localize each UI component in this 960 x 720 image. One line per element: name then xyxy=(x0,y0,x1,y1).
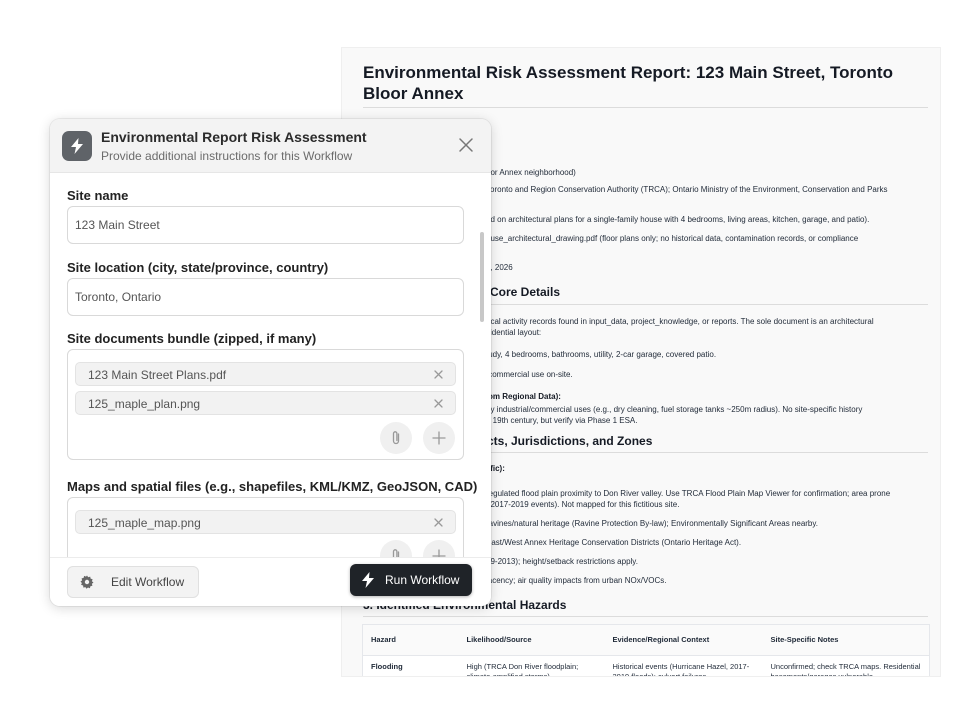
plus-icon xyxy=(432,431,446,445)
file-chip: 125_maple_plan.png xyxy=(75,391,456,415)
remove-file-button[interactable] xyxy=(431,395,445,411)
add-file-button[interactable] xyxy=(423,540,455,557)
maps-label: Maps and spatial files (e.g., shapefiles… xyxy=(67,479,478,494)
close-icon xyxy=(433,369,443,379)
documents-dropzone[interactable]: 123 Main Street Plans.pdf 125_maple_plan… xyxy=(67,349,464,460)
report-line: jacency; air quality impacts from urban … xyxy=(486,576,667,585)
dialog-title: Environmental Report Risk Assessment xyxy=(101,129,367,145)
lightning-icon xyxy=(62,131,92,161)
column-header: Site-Specific Notes xyxy=(762,624,930,657)
paperclip-icon xyxy=(392,549,400,557)
run-workflow-label: Run Workflow xyxy=(385,573,460,587)
close-icon xyxy=(433,398,443,408)
report-line: ouse_architectural_drawing.pdf (floor pl… xyxy=(486,234,859,243)
close-icon xyxy=(459,138,473,152)
title-divider xyxy=(363,107,928,108)
report-line: by industrial/commercial uses (e.g., dry… xyxy=(486,405,863,414)
column-header: Evidence/Regional Context xyxy=(604,624,763,657)
table-cell: Flooding xyxy=(371,662,403,672)
dialog-subtitle: Provide additional instructions for this… xyxy=(101,149,353,163)
report-line: oor Annex neighborhood) xyxy=(486,168,576,177)
close-icon xyxy=(433,517,443,527)
workflow-dialog: Environmental Report Risk Assessment Pro… xyxy=(50,119,491,606)
gear-icon xyxy=(80,575,94,589)
table-cell: Historical events (Hurricane Hazel, 2017… xyxy=(612,662,750,676)
add-file-button[interactable] xyxy=(423,422,455,454)
report-line: tudy, 4 bedrooms, bathrooms, utility, 2-… xyxy=(486,350,717,359)
edit-workflow-label: Edit Workflow xyxy=(111,575,185,589)
report-line: regulated flood plain proximity to Don R… xyxy=(486,489,891,498)
site-location-input[interactable] xyxy=(67,278,464,316)
file-chip: 123 Main Street Plans.pdf xyxy=(75,362,456,386)
section-divider xyxy=(363,616,928,617)
report-line: 59-2013); height/setback restrictions ap… xyxy=(486,557,638,566)
column-header: Likelihood/Source xyxy=(458,624,605,657)
report-line: ravines/natural heritage (Ravine Protect… xyxy=(486,519,819,528)
attach-file-button[interactable] xyxy=(380,540,412,557)
close-button[interactable] xyxy=(454,133,478,157)
remove-file-button[interactable] xyxy=(431,514,445,530)
report-line: sidential layout: xyxy=(486,328,542,337)
report-line: Toronto and Region Conservation Authorit… xyxy=(486,185,888,194)
report-line: e 19th century, but verify via Phase 1 E… xyxy=(486,416,638,425)
file-name: 125_maple_map.png xyxy=(88,516,201,530)
table-row: Flooding High (TRCA Don River floodplain… xyxy=(363,656,930,676)
attach-file-button[interactable] xyxy=(380,422,412,454)
maps-dropzone[interactable]: 125_maple_map.png xyxy=(67,497,464,557)
table-cell: Unconfirmed; check TRCA maps. Residentia… xyxy=(770,662,921,676)
paperclip-icon xyxy=(392,431,400,445)
hazards-table: Hazard Likelihood/Source Evidence/Region… xyxy=(362,624,930,676)
remove-file-button[interactable] xyxy=(431,366,445,382)
file-name: 123 Main Street Plans.pdf xyxy=(88,368,227,382)
table-header-row: Hazard Likelihood/Source Evidence/Region… xyxy=(362,624,930,657)
site-name-input[interactable] xyxy=(67,206,464,244)
section-heading: cts, Jurisdictions, and Zones xyxy=(487,434,653,448)
file-chip: 125_maple_map.png xyxy=(75,510,456,534)
site-location-label: Site location (city, state/province, cou… xyxy=(67,260,329,275)
column-header: Hazard xyxy=(362,624,459,657)
report-title: Environmental Risk Assessment Report: 12… xyxy=(363,63,893,103)
report-line: ed on architectural plans for a single-f… xyxy=(486,215,870,224)
report-line: East/West Annex Heritage Conservation Di… xyxy=(486,538,742,547)
file-name: 125_maple_plan.png xyxy=(88,397,201,411)
site-name-label: Site name xyxy=(67,188,129,203)
table-cell: High (TRCA Don River floodplain; climate… xyxy=(466,662,579,676)
lightning-icon xyxy=(362,572,374,588)
scrollbar[interactable] xyxy=(480,232,484,322)
section-heading: Core Details xyxy=(490,285,561,299)
dialog-header: Environmental Report Risk Assessment Pro… xyxy=(50,119,491,173)
documents-label: Site documents bundle (zipped, if many) xyxy=(67,331,317,346)
report-line: , 2017-2019 events). Not mapped for this… xyxy=(486,500,680,509)
edit-workflow-button[interactable]: Edit Workflow xyxy=(67,566,199,598)
report-subheading: om Regional Data): xyxy=(488,392,561,401)
report-line: rical activity records found in input_da… xyxy=(486,317,874,326)
dialog-body[interactable]: Site name Site location (city, state/pro… xyxy=(50,174,491,557)
report-line: /commercial use on-site. xyxy=(486,370,573,379)
run-workflow-button[interactable]: Run Workflow xyxy=(350,564,472,596)
plus-icon xyxy=(432,549,446,557)
